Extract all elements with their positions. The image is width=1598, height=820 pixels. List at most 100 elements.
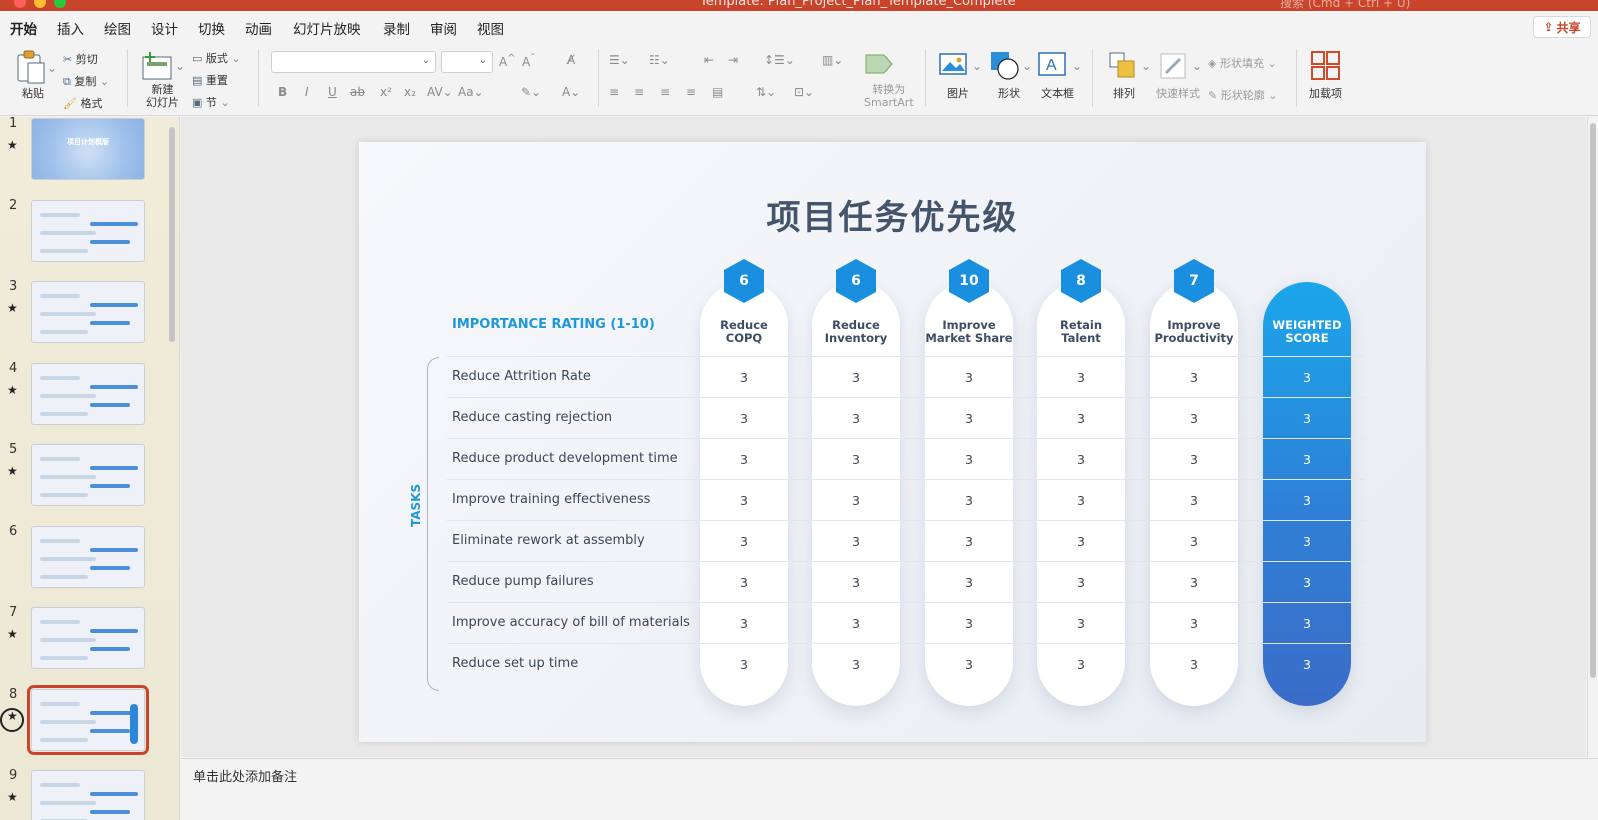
slide-thumbnail[interactable] bbox=[31, 607, 145, 669]
rating-cell[interactable]: 3 bbox=[700, 534, 788, 549]
tab-home[interactable]: 开始 bbox=[10, 18, 37, 43]
close-window-icon[interactable] bbox=[14, 0, 26, 8]
rating-cell[interactable]: 3 bbox=[812, 534, 900, 549]
slide-thumbnail[interactable] bbox=[31, 525, 145, 588]
rating-cell[interactable]: 3 bbox=[1037, 534, 1125, 549]
weighted-score-cell[interactable]: 3 bbox=[1263, 616, 1351, 631]
rating-cell[interactable]: 3 bbox=[925, 452, 1013, 467]
shape-button[interactable]: 形状 bbox=[998, 85, 1020, 101]
tab-slideshow[interactable]: 幻灯片放映 bbox=[293, 18, 361, 38]
rating-cell[interactable]: 3 bbox=[700, 616, 788, 631]
slide-thumbnail[interactable] bbox=[31, 770, 145, 820]
rating-cell[interactable]: 3 bbox=[1037, 657, 1125, 672]
paste-chevron-icon[interactable]: ⌄ bbox=[47, 61, 57, 75]
tab-animations[interactable]: 动画 bbox=[245, 18, 272, 38]
rating-cell[interactable]: 3 bbox=[812, 616, 900, 631]
italic-icon[interactable]: I bbox=[305, 85, 309, 99]
subscript-icon[interactable]: x₂ bbox=[404, 85, 416, 99]
rating-cell[interactable]: 3 bbox=[1037, 616, 1125, 631]
task-name[interactable]: Reduce set up time bbox=[452, 656, 578, 671]
picture-icon[interactable] bbox=[938, 51, 970, 79]
slide-thumbnail[interactable] bbox=[31, 362, 145, 425]
smartart-icon[interactable] bbox=[862, 51, 900, 77]
highlight-icon[interactable]: ✎⌄ bbox=[521, 85, 541, 99]
rating-cell[interactable]: 3 bbox=[925, 534, 1013, 549]
arrange-icon[interactable] bbox=[1108, 51, 1138, 81]
zoom-window-icon[interactable] bbox=[54, 0, 66, 8]
slide-thumbnail[interactable] bbox=[31, 281, 145, 343]
rating-cell[interactable]: 3 bbox=[700, 657, 788, 672]
slide-thumbnail[interactable]: 项目计划模版 bbox=[31, 118, 145, 180]
rating-cell[interactable]: 3 bbox=[700, 575, 788, 590]
slide-8[interactable]: 项目任务优先级 IMPORTANCE RATING (1-10) TASKS 6… bbox=[359, 142, 1426, 742]
task-name[interactable]: Improve accuracy of bill of materials bbox=[452, 615, 690, 630]
copy-button[interactable]: ⧉ 复制 ⌄ bbox=[63, 73, 109, 89]
indent-icon[interactable]: ⇥ bbox=[728, 53, 738, 67]
line-spacing-icon[interactable]: ↕☰⌄ bbox=[764, 53, 795, 67]
rating-cell[interactable]: 3 bbox=[812, 370, 900, 385]
rating-cell[interactable]: 3 bbox=[812, 411, 900, 426]
cut-button[interactable]: ✂ 剪切 bbox=[63, 51, 98, 67]
slide-thumbnail-panel[interactable]: 1 ★ 项目计划模版 2 3 ★ 4 ★ 5 ★ 6 7 ★ 8 ★ 9 ★ bbox=[0, 117, 180, 820]
task-name[interactable]: Improve training effectiveness bbox=[452, 492, 650, 507]
justify-icon[interactable]: ≡ bbox=[686, 85, 696, 99]
textbox-icon[interactable]: A bbox=[1037, 51, 1069, 79]
rating-cell[interactable]: 3 bbox=[700, 452, 788, 467]
font-family-dropdown[interactable]: ⌄ bbox=[271, 51, 436, 73]
char-spacing-icon[interactable]: AV⌄ bbox=[427, 85, 453, 99]
task-name[interactable]: Reduce pump failures bbox=[452, 574, 594, 589]
importance-rating-label[interactable]: IMPORTANCE RATING (1-10) bbox=[452, 317, 655, 332]
numbering-icon[interactable]: ☷⌄ bbox=[649, 53, 670, 67]
font-size-dropdown[interactable]: ⌄ bbox=[441, 51, 493, 73]
canvas-scrollbar[interactable] bbox=[1587, 117, 1598, 757]
shape-icon[interactable] bbox=[988, 49, 1022, 81]
task-name[interactable]: Reduce casting rejection bbox=[452, 410, 612, 425]
tab-draw[interactable]: 绘图 bbox=[104, 18, 131, 38]
tasks-label[interactable]: TASKS bbox=[409, 484, 423, 527]
columns-icon[interactable]: ▥⌄ bbox=[822, 53, 843, 67]
thumbnail-scrollbar[interactable] bbox=[169, 127, 175, 342]
rating-cell[interactable]: 3 bbox=[1150, 616, 1238, 631]
align-right-icon[interactable]: ≡ bbox=[660, 85, 670, 99]
clear-format-icon[interactable]: A̸ bbox=[567, 53, 575, 67]
rating-cell[interactable]: 3 bbox=[1150, 452, 1238, 467]
rating-cell[interactable]: 3 bbox=[925, 370, 1013, 385]
change-case-icon[interactable]: Aa⌄ bbox=[458, 85, 484, 99]
tab-view[interactable]: 视图 bbox=[477, 18, 504, 38]
rating-cell[interactable]: 3 bbox=[1150, 657, 1238, 672]
bold-icon[interactable]: B bbox=[278, 85, 287, 99]
align-center-icon[interactable]: ≡ bbox=[634, 85, 644, 99]
task-name[interactable]: Eliminate rework at assembly bbox=[452, 533, 645, 548]
tab-design[interactable]: 设计 bbox=[151, 18, 178, 38]
reset-button[interactable]: ▤ 重置 bbox=[192, 72, 228, 88]
weighted-score-cell[interactable]: 3 bbox=[1263, 657, 1351, 672]
task-name[interactable]: Reduce Attrition Rate bbox=[452, 369, 591, 384]
superscript-icon[interactable]: x² bbox=[380, 85, 392, 99]
rating-cell[interactable]: 3 bbox=[700, 411, 788, 426]
rating-cell[interactable]: 3 bbox=[1150, 575, 1238, 590]
tab-insert[interactable]: 插入 bbox=[57, 18, 84, 38]
quick-styles-button[interactable]: 快速样式 bbox=[1156, 85, 1200, 101]
rating-cell[interactable]: 3 bbox=[1037, 452, 1125, 467]
rating-cell[interactable]: 3 bbox=[925, 411, 1013, 426]
increase-font-icon[interactable]: A^ bbox=[499, 53, 516, 69]
rating-cell[interactable]: 3 bbox=[1037, 370, 1125, 385]
shape-outline-button[interactable]: ✎ 形状轮廓 ⌄ bbox=[1208, 87, 1277, 103]
rating-cell[interactable]: 3 bbox=[925, 657, 1013, 672]
shape-fill-button[interactable]: ◈ 形状填充 ⌄ bbox=[1208, 55, 1277, 71]
textbox-button[interactable]: 文本框 bbox=[1041, 85, 1074, 101]
weighted-score-cell[interactable]: 3 bbox=[1263, 575, 1351, 590]
weighted-score-cell[interactable]: 3 bbox=[1263, 452, 1351, 467]
rating-cell[interactable]: 3 bbox=[1150, 411, 1238, 426]
distributed-icon[interactable]: ▤ bbox=[712, 85, 723, 99]
weighted-score-cell[interactable]: 3 bbox=[1263, 493, 1351, 508]
rating-cell[interactable]: 3 bbox=[1037, 411, 1125, 426]
weighted-score-cell[interactable]: 3 bbox=[1263, 534, 1351, 549]
decrease-font-icon[interactable]: Aˇ bbox=[522, 53, 535, 69]
rating-cell[interactable]: 3 bbox=[1150, 370, 1238, 385]
rating-cell[interactable]: 3 bbox=[925, 493, 1013, 508]
rating-cell[interactable]: 3 bbox=[700, 493, 788, 508]
arrange-button[interactable]: 排列 bbox=[1113, 85, 1135, 101]
rating-cell[interactable]: 3 bbox=[812, 575, 900, 590]
bullets-icon[interactable]: ☰⌄ bbox=[609, 53, 630, 67]
